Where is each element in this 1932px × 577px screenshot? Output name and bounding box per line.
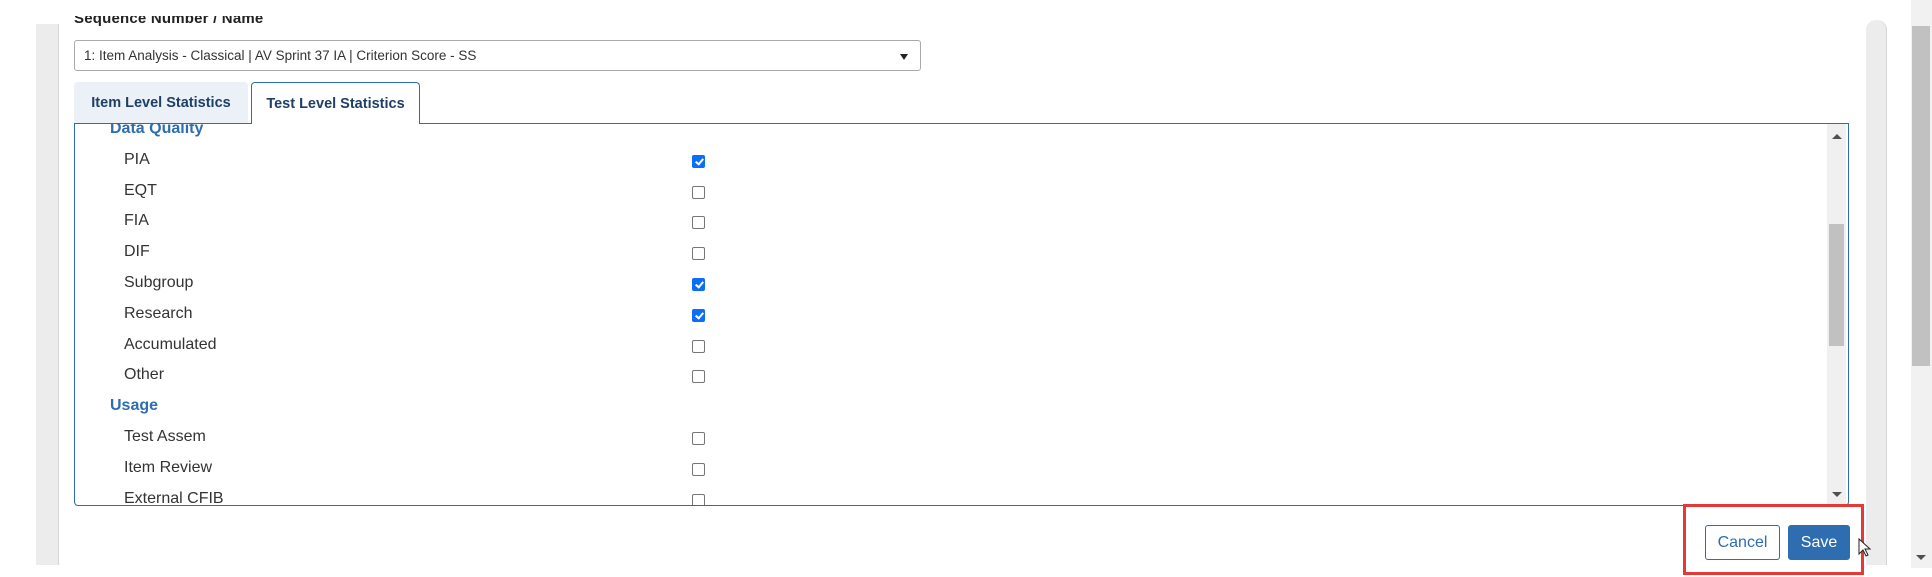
statistic-label: Accumulated bbox=[124, 335, 217, 353]
sequence-select[interactable]: 1: Item Analysis - Classical | AV Sprint… bbox=[74, 40, 921, 71]
section-heading: Usage bbox=[110, 397, 159, 415]
statistic-label: External CFIB bbox=[124, 489, 224, 505]
statistic-label: EQT bbox=[124, 181, 157, 199]
statistic-checkbox[interactable] bbox=[692, 308, 705, 322]
section-heading: Data Quality bbox=[110, 124, 204, 137]
statistic-checkbox[interactable] bbox=[692, 278, 705, 291]
chevron-down-icon bbox=[900, 54, 908, 60]
statistic-label: FIA bbox=[124, 212, 149, 230]
save-button[interactable]: Save bbox=[1788, 525, 1850, 560]
statistic-label: Other bbox=[124, 366, 165, 384]
statistic-checkbox[interactable] bbox=[692, 216, 705, 230]
statistic-checkbox[interactable] bbox=[692, 432, 705, 445]
cancel-button[interactable]: Cancel bbox=[1705, 525, 1780, 560]
mouse-cursor-icon bbox=[1858, 538, 1872, 557]
statistic-checkbox[interactable] bbox=[692, 493, 705, 505]
statistic-checkbox[interactable] bbox=[692, 154, 705, 168]
scroll-down-arrow-icon[interactable] bbox=[1832, 492, 1842, 497]
statistic-label: Item Review bbox=[124, 458, 213, 476]
tab-test-level-statistics[interactable]: Test Level Statistics bbox=[251, 82, 420, 124]
statistic-label: Subgroup bbox=[124, 274, 194, 291]
statistic-label: DIF bbox=[124, 243, 150, 261]
statistics-list-content: Data Quality PIA EQT FIA DIF Subgroup Research… bbox=[75, 124, 1826, 505]
list-scrollbar[interactable] bbox=[1827, 124, 1846, 505]
statistic-checkbox[interactable] bbox=[692, 339, 705, 353]
scroll-down-arrow-icon[interactable] bbox=[1916, 555, 1926, 560]
tab-item-level-statistics[interactable]: Item Level Statistics bbox=[74, 82, 248, 123]
scroll-up-arrow-icon[interactable] bbox=[1832, 134, 1842, 139]
statistic-checkbox[interactable] bbox=[692, 370, 705, 384]
sequence-field-label: Sequence Number / Name bbox=[74, 10, 264, 27]
left-gutter bbox=[36, 24, 59, 565]
statistic-label: Test Assem bbox=[124, 428, 206, 445]
page-scrollbar-thumb[interactable] bbox=[1912, 26, 1930, 366]
right-gutter bbox=[1866, 20, 1887, 565]
statistics-list: Data Quality PIA EQT FIA DIF Subgroup Research… bbox=[74, 123, 1849, 506]
sequence-select-value: 1: Item Analysis - Classical | AV Sprint… bbox=[84, 48, 477, 63]
statistic-checkbox[interactable] bbox=[692, 462, 705, 476]
page-scrollbar[interactable] bbox=[1911, 0, 1932, 568]
statistic-checkbox[interactable] bbox=[692, 185, 705, 199]
list-scrollbar-thumb[interactable] bbox=[1829, 224, 1844, 346]
statistic-label: PIA bbox=[124, 150, 150, 168]
statistic-checkbox[interactable] bbox=[692, 247, 705, 261]
statistic-label: Research bbox=[124, 304, 193, 322]
